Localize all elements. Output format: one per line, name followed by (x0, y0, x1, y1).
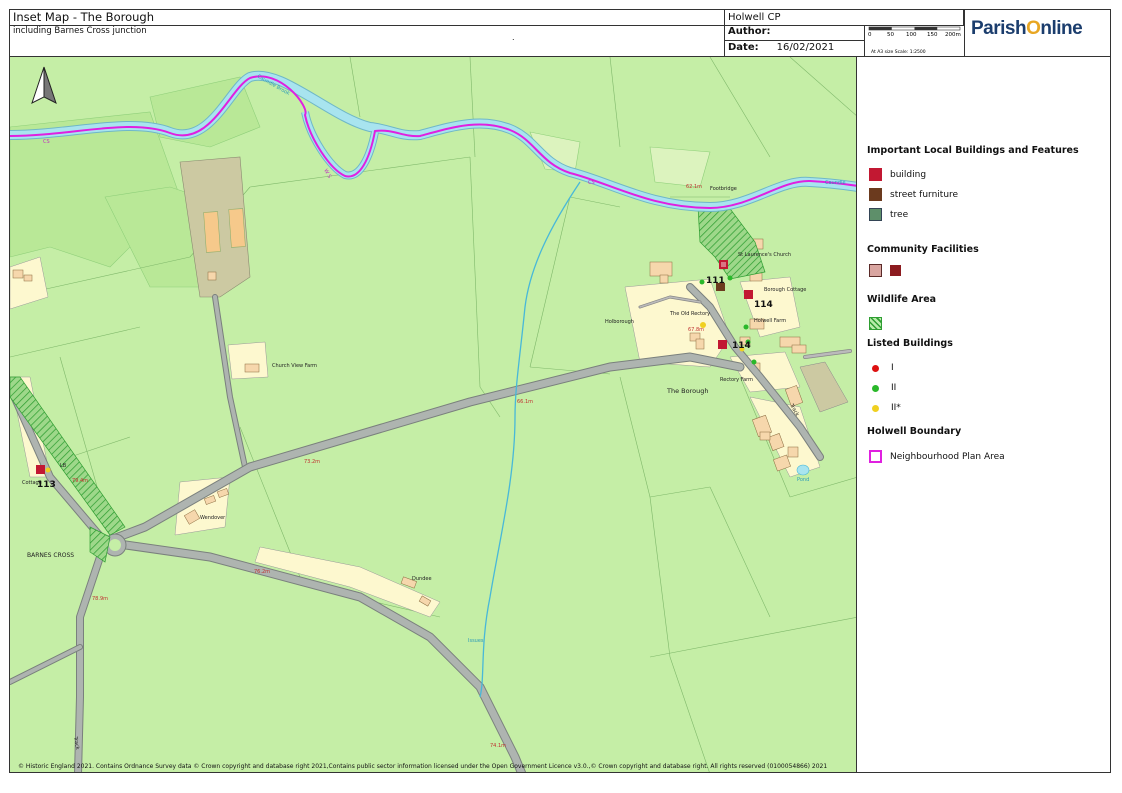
label-church-view-farm: Church View Farm (272, 363, 317, 369)
label-lb: LB (60, 463, 67, 469)
boundary-icon (869, 450, 882, 463)
label-dundee: Dundee (412, 576, 432, 582)
community-facility-icon (890, 265, 901, 276)
scale-tick-0: 0 (868, 32, 872, 38)
map-title: Inset Map - The Borough (9, 9, 725, 26)
legend-tree-label: tree (890, 209, 909, 220)
scale-tick-200: 200m (945, 32, 961, 38)
legend-grade-iistar-label: II* (891, 403, 901, 413)
legend-grade-i-label: I (891, 363, 894, 373)
scale-bar: 0 50 100 150 200m At A3 size Scale: 1:25… (864, 25, 965, 57)
legend-heading-wildlife: Wildlife Area (867, 294, 937, 305)
map-subtitle: including Barnes Cross junction (9, 25, 725, 57)
grade-ii-dot-icon (872, 384, 879, 392)
label-wendover: Wendover (200, 515, 226, 521)
legend-item-community (869, 264, 909, 277)
legend-heading-listed: Listed Buildings (867, 338, 953, 349)
label-113: 113 (37, 480, 56, 490)
grade-i-dot-icon (872, 364, 879, 372)
label-h67: 67.8m (688, 327, 704, 333)
label-rectory-farm: Rectory Farm (720, 377, 753, 383)
grade-iistar-dot-icon (872, 404, 879, 412)
legend-heading-local: Important Local Buildings and Features (867, 145, 1079, 156)
label-cs-2: CS (588, 180, 595, 186)
label-h78: 78.9m (92, 596, 108, 602)
legend-street-furniture-label: street furniture (890, 189, 959, 200)
tree-icon (869, 208, 882, 221)
legend-item-tree: tree (869, 208, 908, 221)
label-111: 111 (706, 276, 725, 286)
legend-heading-boundary: Holwell Boundary (867, 426, 962, 437)
date-label: Date: (728, 42, 759, 53)
logo-part1: Parish (971, 18, 1027, 39)
date-value: 16/02/2021 (776, 42, 835, 53)
legend-item-grade-ii: II (869, 383, 896, 393)
label-caundle-brook-2: Caundle (825, 180, 846, 186)
label-borough-cottage: Borough Cottage (764, 287, 806, 293)
scale-tick-150: 150 (927, 32, 938, 38)
label-st-laurence: St Laurence's Church (738, 252, 791, 258)
legend-heading-community: Community Facilities (867, 244, 979, 255)
community-area-icon (869, 264, 882, 277)
scale-note: At A3 size Scale: 1:2500 (871, 49, 926, 55)
label-issues: Issues (468, 638, 484, 644)
label-h66: 66.1m (517, 399, 533, 405)
building-icon (869, 168, 882, 181)
label-old-rectory: The Old Rectory (669, 311, 710, 317)
subtitle-dot: . (512, 33, 515, 42)
logo-part2: nline (1040, 18, 1083, 39)
legend-item-grade-iistar: II* (869, 403, 901, 413)
label-cs-1: CS (43, 139, 50, 145)
label-barnes-cross: BARNES CROSS (27, 552, 74, 559)
label-114-a: 114 (754, 300, 773, 310)
legend-item-boundary: Neighbourhood Plan Area (869, 450, 1005, 463)
label-the-borough: The Borough (666, 387, 708, 395)
label-holwell-farm: Holwell Farm (754, 318, 786, 324)
map-canvas[interactable]: CS CS W S Caundle Brook Caundle Footbrid… (9, 56, 857, 773)
label-114-b: 114 (732, 341, 751, 351)
label-h62: 62.1m (686, 184, 702, 190)
scale-tick-50: 50 (887, 32, 894, 38)
legend-item-street-furniture: street furniture (869, 188, 958, 201)
label-pond: Pond (797, 477, 809, 483)
legend-grade-ii-label: II (891, 383, 897, 393)
wildlife-area-icon (869, 317, 882, 330)
author-label: Author: (724, 25, 865, 41)
label-footbridge: Footbridge (710, 186, 737, 192)
parish-online-logo: ParishOnline (964, 9, 1111, 57)
legend-building-label: building (890, 169, 927, 180)
label-h79: 79.4m (72, 478, 88, 484)
copyright-notice: © Historic England 2021. Contains Ordnan… (18, 763, 828, 770)
legend-item-building: building (869, 168, 926, 181)
label-holborough: Holborough (605, 319, 634, 325)
legend-item-wildlife (869, 317, 890, 330)
scale-tick-100: 100 (906, 32, 917, 38)
label-h73: 73.2m (304, 459, 320, 465)
legend-item-grade-i: I (869, 363, 894, 373)
label-h76: 76.2m (254, 569, 270, 575)
logo-text: ParishOnline (971, 18, 1083, 40)
label-h74: 74.1m (490, 743, 506, 749)
parish-name: Holwell CP (724, 9, 964, 26)
logo-o: O (1026, 18, 1041, 39)
legend-boundary-label: Neighbourhood Plan Area (890, 451, 1005, 462)
legend-panel: Important Local Buildings and Features b… (856, 56, 1111, 773)
street-furniture-icon (869, 188, 882, 201)
date-field: Date: 16/02/2021 (724, 40, 865, 57)
